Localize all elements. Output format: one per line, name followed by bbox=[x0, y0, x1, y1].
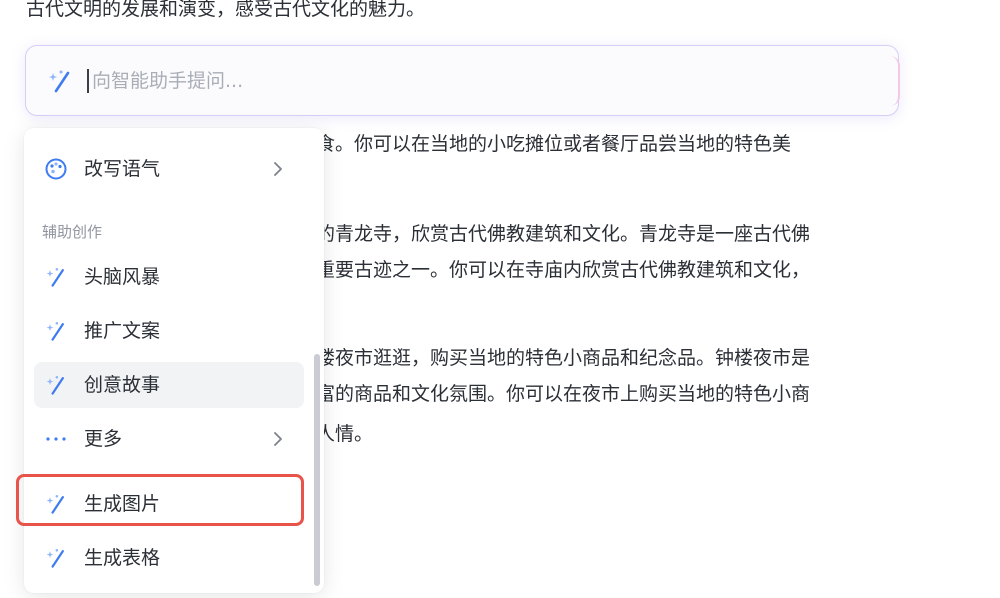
ai-prompt-box[interactable] bbox=[25, 45, 900, 116]
article-line: 重要古迹之一。你可以在寺庙内欣赏古代佛教建筑和文化， bbox=[316, 259, 811, 281]
menu-item-label: 更多 bbox=[84, 428, 123, 450]
palette-icon bbox=[45, 158, 67, 180]
menu-item-brainstorm[interactable]: 头脑风暴 bbox=[34, 254, 304, 300]
menu-item-label: 创意故事 bbox=[84, 374, 161, 396]
magic-wand-icon bbox=[46, 322, 64, 341]
magic-wand-icon bbox=[46, 549, 64, 568]
article-line: 食。你可以在当地的小吃摊位或者餐厅品尝当地的特色美 bbox=[316, 133, 792, 155]
menu-item-label: 推广文案 bbox=[84, 320, 161, 342]
menu-item-label: 头脑风暴 bbox=[84, 266, 161, 288]
menu-item-label: 生成图片 bbox=[84, 493, 161, 515]
magic-wand-icon bbox=[46, 376, 64, 395]
article-line: 楼夜市逛逛，购买当地的特色小商品和纪念品。钟楼夜市是 bbox=[316, 347, 811, 369]
menu-scrollbar[interactable] bbox=[314, 354, 320, 586]
article-line: 古代文明的发展和演变，感受古代文化的魅力。 bbox=[26, 0, 426, 20]
menu-item-generate-image[interactable]: 生成图片 bbox=[34, 481, 304, 527]
menu-item-label: 生成表格 bbox=[84, 547, 161, 569]
ai-prompt-input[interactable] bbox=[90, 63, 874, 99]
menu-item-rewrite-tone[interactable]: 改写语气 bbox=[34, 146, 304, 192]
article-line: 富的商品和文化氛围。你可以在夜市上购买当地的特色小商 bbox=[316, 383, 811, 405]
article-line: 人情。 bbox=[316, 423, 374, 445]
menu-item-more[interactable]: 更多 bbox=[34, 416, 304, 462]
more-dots-icon bbox=[46, 437, 66, 441]
page: 古代文明的发展和演变，感受古代文化的魅力。 食。你可以在当地的小吃摊位或者餐厅品… bbox=[0, 0, 1000, 598]
ai-assistant-menu: 改写语气 辅助创作 头脑风暴 推广文案 创意故事 更多 生成图片 生成表格 bbox=[24, 128, 324, 593]
magic-wand-icon bbox=[46, 495, 64, 514]
chevron-right-icon bbox=[274, 432, 282, 446]
menu-item-label: 改写语气 bbox=[84, 158, 161, 180]
article-line: 的青龙寺，欣赏古代佛教建筑和文化。青龙寺是一座古代佛 bbox=[316, 223, 811, 245]
magic-wand-icon bbox=[49, 70, 70, 93]
menu-item-promo-copy[interactable]: 推广文案 bbox=[34, 308, 304, 354]
magic-wand-icon bbox=[46, 268, 64, 287]
menu-item-generate-table[interactable]: 生成表格 bbox=[34, 535, 304, 581]
chevron-right-icon bbox=[274, 162, 282, 176]
menu-item-creative-story[interactable]: 创意故事 bbox=[34, 362, 304, 408]
text-caret bbox=[87, 69, 89, 93]
menu-section-label: 辅助创作 bbox=[42, 223, 103, 241]
